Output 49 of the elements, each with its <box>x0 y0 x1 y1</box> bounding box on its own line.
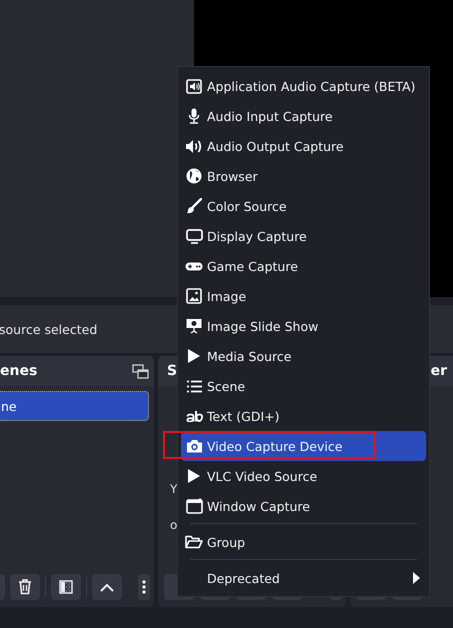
menu-item[interactable]: Group <box>181 527 426 557</box>
gamepad-icon <box>185 262 203 270</box>
folder-icon <box>185 535 203 549</box>
image-icon <box>186 288 202 304</box>
camera-icon <box>186 439 202 453</box>
microphone-icon <box>188 108 200 124</box>
slideshow-icon <box>186 318 202 334</box>
menu-item[interactable]: Image Slide Show <box>181 311 426 341</box>
menu-item[interactable]: Application Audio Capture (BETA) <box>181 71 426 101</box>
play-icon <box>187 468 201 484</box>
globe-icon <box>186 168 202 184</box>
window-icon <box>186 498 202 514</box>
undock-icon[interactable] <box>132 364 149 378</box>
trash-icon <box>18 579 32 595</box>
list-icon <box>186 380 202 392</box>
hint-text: Y <box>170 482 178 496</box>
speaker-icon <box>185 138 203 154</box>
brush-icon <box>186 198 202 214</box>
panel-title: er <box>430 363 447 379</box>
menu-item[interactable]: Scene <box>181 371 426 401</box>
menu-item[interactable]: Media Source <box>181 341 426 371</box>
filters-button[interactable] <box>51 574 81 600</box>
remove-button[interactable] <box>10 574 40 600</box>
menu-item[interactable]: Color Source <box>181 191 426 221</box>
menu-item[interactable]: Audio Input Capture <box>181 101 426 131</box>
status-text: source selected <box>0 322 98 336</box>
speaker-box-icon <box>186 78 202 94</box>
more-button[interactable] <box>138 574 150 600</box>
monitor-icon <box>186 228 202 244</box>
menu-item[interactable]: Browser <box>181 161 426 191</box>
list-item[interactable]: ne <box>0 391 149 421</box>
filter-icon <box>59 580 73 594</box>
menu-item[interactable]: Text (GDI+) <box>181 401 426 431</box>
menu-item[interactable]: VLC Video Source <box>181 461 426 491</box>
menu-item[interactable]: Window Capture <box>181 491 426 521</box>
play-icon <box>187 348 201 364</box>
text-icon <box>186 410 202 422</box>
submenu-arrow-icon <box>413 572 420 584</box>
panel-title: enes <box>0 363 38 379</box>
more-icon <box>142 580 146 594</box>
menu-item[interactable]: Display Capture <box>181 221 426 251</box>
menu-item[interactable]: Image <box>181 281 426 311</box>
hint-text: o <box>170 518 178 532</box>
chevron-up-icon <box>100 582 114 592</box>
menu-item[interactable]: Game Capture <box>181 251 426 281</box>
move-up-button[interactable] <box>92 574 122 600</box>
panel-title: S <box>167 363 178 379</box>
menu-item[interactable]: Deprecated <box>181 563 426 593</box>
menu-item[interactable]: Audio Output Capture <box>181 131 426 161</box>
